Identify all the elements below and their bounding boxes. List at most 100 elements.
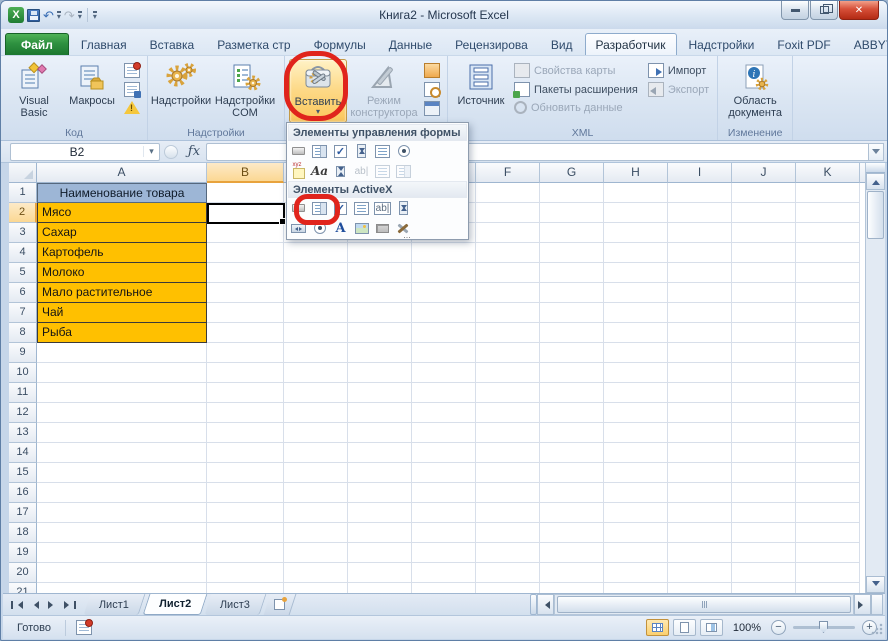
cell-G13[interactable]	[540, 423, 604, 443]
cell-H21[interactable]	[604, 583, 668, 593]
form-listbox-icon[interactable]	[374, 143, 391, 160]
page-break-view-button[interactable]	[700, 619, 723, 636]
cell-H11[interactable]	[604, 383, 668, 403]
cell-K1[interactable]	[796, 183, 860, 203]
cell-A21[interactable]	[37, 583, 207, 593]
row-header-2[interactable]: 2	[9, 203, 37, 223]
activex-togglebutton-icon[interactable]	[374, 220, 391, 237]
sheet-tab-Лист3[interactable]: Лист3	[205, 594, 267, 615]
cell-A15[interactable]	[37, 463, 207, 483]
tab-split-handle[interactable]	[530, 594, 537, 615]
expand-formula-bar-button[interactable]	[868, 143, 884, 161]
cell-G15[interactable]	[540, 463, 604, 483]
row-header-6[interactable]: 6	[9, 283, 37, 303]
export-item[interactable]: Экспорт	[648, 82, 709, 97]
cell-K2[interactable]	[796, 203, 860, 223]
cell-D5[interactable]	[348, 263, 412, 283]
row-header-12[interactable]: 12	[9, 403, 37, 423]
cell-A10[interactable]	[37, 363, 207, 383]
cell-K17[interactable]	[796, 503, 860, 523]
cell-I20[interactable]	[668, 563, 732, 583]
macros-button[interactable]: Макросы	[63, 59, 121, 123]
cell-H8[interactable]	[604, 323, 668, 343]
cell-E17[interactable]	[412, 503, 476, 523]
cell-D7[interactable]	[348, 303, 412, 323]
cell-I21[interactable]	[668, 583, 732, 593]
cell-J1[interactable]	[732, 183, 796, 203]
cell-J12[interactable]	[732, 403, 796, 423]
cell-E4[interactable]	[412, 243, 476, 263]
cell-H4[interactable]	[604, 243, 668, 263]
cell-C5[interactable]	[284, 263, 348, 283]
cell-F18[interactable]	[476, 523, 540, 543]
cell-D20[interactable]	[348, 563, 412, 583]
save-icon[interactable]	[27, 9, 40, 22]
cell-A19[interactable]	[37, 543, 207, 563]
cell-G21[interactable]	[540, 583, 604, 593]
cell-E15[interactable]	[412, 463, 476, 483]
first-sheet-button[interactable]	[8, 597, 24, 613]
row-header-9[interactable]: 9	[9, 343, 37, 363]
macro-record-status-icon[interactable]	[76, 620, 92, 635]
cell-J17[interactable]	[732, 503, 796, 523]
cell-B18[interactable]	[207, 523, 284, 543]
maximize-button[interactable]	[810, 1, 838, 20]
cell-B10[interactable]	[207, 363, 284, 383]
row-header-7[interactable]: 7	[9, 303, 37, 323]
row-header-17[interactable]: 17	[9, 503, 37, 523]
cell-D6[interactable]	[348, 283, 412, 303]
cell-J14[interactable]	[732, 443, 796, 463]
cell-H13[interactable]	[604, 423, 668, 443]
cell-D10[interactable]	[348, 363, 412, 383]
cell-C11[interactable]	[284, 383, 348, 403]
cell-J13[interactable]	[732, 423, 796, 443]
cell-J5[interactable]	[732, 263, 796, 283]
cell-I18[interactable]	[668, 523, 732, 543]
ribbon-tab-9[interactable]: Надстройки	[678, 33, 766, 55]
undo-icon[interactable]: ↶	[43, 9, 54, 22]
cell-H3[interactable]	[604, 223, 668, 243]
cell-A12[interactable]	[37, 403, 207, 423]
excel-logo-icon[interactable]: X	[8, 7, 24, 23]
cell-E10[interactable]	[412, 363, 476, 383]
cell-C20[interactable]	[284, 563, 348, 583]
cell-F21[interactable]	[476, 583, 540, 593]
row-header-10[interactable]: 10	[9, 363, 37, 383]
cell-F14[interactable]	[476, 443, 540, 463]
cell-B15[interactable]	[207, 463, 284, 483]
form-checkbox-icon[interactable]: ✓	[332, 143, 349, 160]
cell-E9[interactable]	[412, 343, 476, 363]
cell-E8[interactable]	[412, 323, 476, 343]
cell-E11[interactable]	[412, 383, 476, 403]
cell-E6[interactable]	[412, 283, 476, 303]
cell-E20[interactable]	[412, 563, 476, 583]
document-panel-button[interactable]: i Область документа	[722, 59, 788, 123]
cell-J18[interactable]	[732, 523, 796, 543]
cell-I11[interactable]	[668, 383, 732, 403]
cell-F5[interactable]	[476, 263, 540, 283]
cell-F10[interactable]	[476, 363, 540, 383]
cell-I9[interactable]	[668, 343, 732, 363]
cell-G12[interactable]	[540, 403, 604, 423]
cell-H17[interactable]	[604, 503, 668, 523]
cell-K14[interactable]	[796, 443, 860, 463]
cell-I15[interactable]	[668, 463, 732, 483]
minimize-button[interactable]	[781, 1, 809, 20]
cell-K3[interactable]	[796, 223, 860, 243]
insert-function-button[interactable]: ƒx	[182, 144, 206, 159]
zoom-slider[interactable]	[793, 626, 855, 629]
name-box[interactable]: B2 ▾	[10, 143, 160, 161]
scrollbar-resize-box[interactable]	[871, 594, 883, 615]
row-header-3[interactable]: 3	[9, 223, 37, 243]
cell-H18[interactable]	[604, 523, 668, 543]
cell-C15[interactable]	[284, 463, 348, 483]
activex-image-icon[interactable]	[353, 220, 370, 237]
cell-F1[interactable]	[476, 183, 540, 203]
cell-I1[interactable]	[668, 183, 732, 203]
cell-G6[interactable]	[540, 283, 604, 303]
cell-F12[interactable]	[476, 403, 540, 423]
cell-K15[interactable]	[796, 463, 860, 483]
prev-sheet-button[interactable]	[26, 597, 42, 613]
cell-A16[interactable]	[37, 483, 207, 503]
cell-J15[interactable]	[732, 463, 796, 483]
